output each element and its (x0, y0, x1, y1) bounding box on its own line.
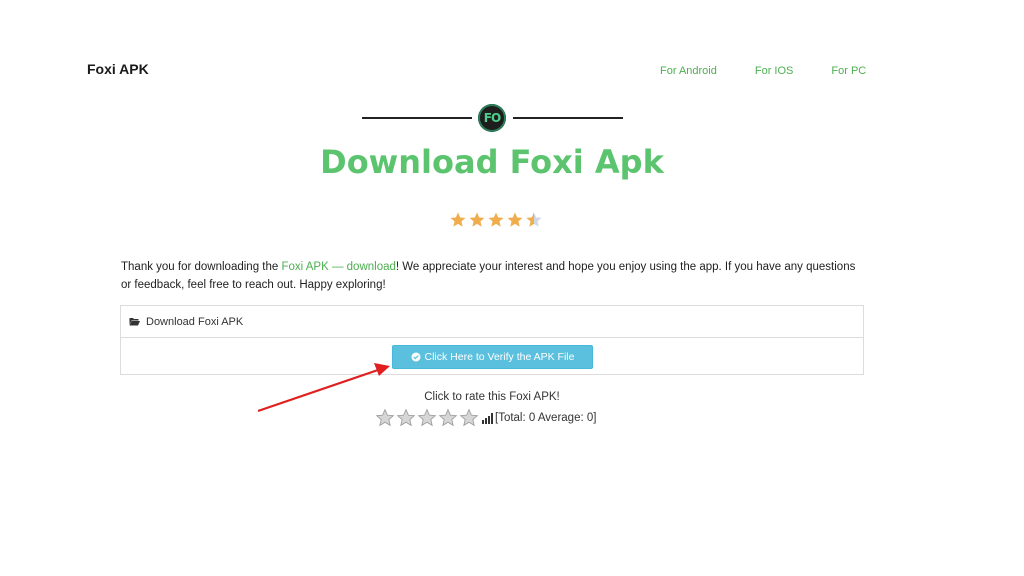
verify-apk-button[interactable]: Click Here to Verify the APK File (392, 345, 593, 369)
intro-paragraph: Thank you for downloading the Foxi APK —… (121, 258, 861, 294)
check-circle-icon (411, 352, 420, 362)
download-panel-body: Click Here to Verify the APK File (121, 338, 863, 376)
star-full-icon (507, 212, 523, 227)
intro-text-before: Thank you for downloading the (121, 261, 282, 273)
download-panel-header: Download Foxi APK (121, 306, 863, 338)
divider-line-right (513, 117, 623, 119)
rate-star-4-icon[interactable] (438, 408, 458, 428)
average-rating-stars (449, 211, 543, 229)
download-panel: Download Foxi APK Click Here to Verify t… (120, 305, 864, 375)
foxi-download-link[interactable]: Foxi APK — download (281, 261, 395, 273)
bar-chart-icon (482, 412, 493, 424)
nav-for-ios[interactable]: For IOS (755, 65, 794, 77)
divider-line-left (362, 117, 472, 119)
star-half-icon (526, 212, 542, 227)
folder-open-icon (129, 318, 140, 326)
verify-button-label: Click Here to Verify the APK File (424, 351, 575, 363)
rate-star-5-icon[interactable] (459, 408, 479, 428)
nav-for-pc[interactable]: For PC (831, 65, 866, 77)
rating-stats: [Total: 0 Average: 0] (495, 412, 597, 424)
star-full-icon (450, 212, 466, 227)
title-divider: FO (362, 104, 624, 132)
rate-star-1-icon[interactable] (375, 408, 395, 428)
logo-text: FO (483, 111, 501, 125)
download-panel-heading: Download Foxi APK (146, 315, 244, 328)
top-nav: For Android For IOS For PC (660, 65, 904, 77)
nav-for-android[interactable]: For Android (660, 65, 717, 77)
rate-star-3-icon[interactable] (417, 408, 437, 428)
user-rating-widget: [Total: 0 Average: 0] (375, 408, 596, 428)
star-full-icon (469, 212, 485, 227)
rate-prompt: Click to rate this Foxi APK! (424, 391, 560, 403)
foxi-logo-icon: FO (478, 104, 506, 132)
rate-star-2-icon[interactable] (396, 408, 416, 428)
star-full-icon (488, 212, 504, 227)
page: Foxi APK For Android For IOS For PC FO D… (0, 0, 1024, 576)
brand-logo[interactable]: Foxi APK (87, 61, 149, 77)
page-title: Download Foxi Apk (320, 143, 664, 181)
